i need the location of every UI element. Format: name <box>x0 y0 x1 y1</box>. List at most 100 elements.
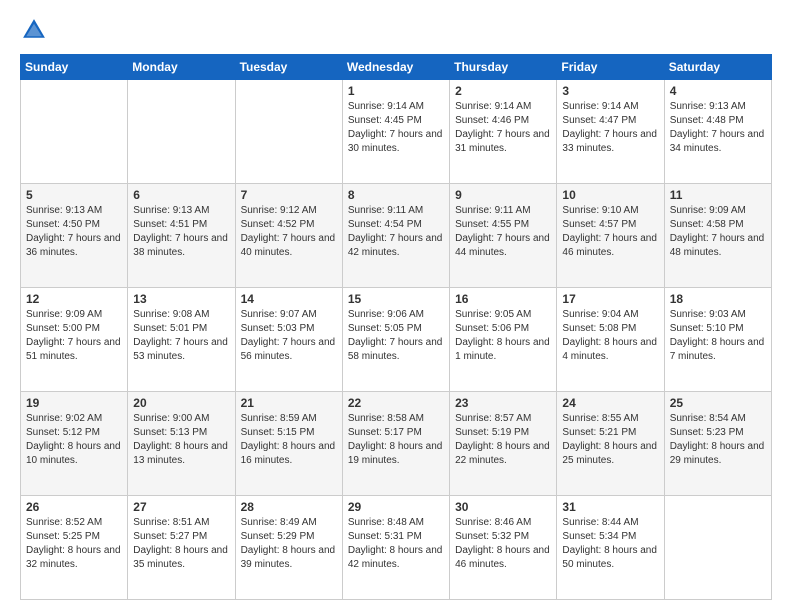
weekday-header: Friday <box>557 55 664 80</box>
calendar-cell: 3Sunrise: 9:14 AM Sunset: 4:47 PM Daylig… <box>557 80 664 184</box>
day-info: Sunrise: 9:02 AM Sunset: 5:12 PM Dayligh… <box>26 412 122 468</box>
day-info: Sunrise: 8:49 AM Sunset: 5:29 PM Dayligh… <box>241 516 337 572</box>
day-number: 13 <box>133 292 229 306</box>
calendar-cell: 25 Sunrise: 8:54 AM Sunset: 5:23 PM Dayli… <box>664 392 771 496</box>
day-number: 8 <box>348 188 444 202</box>
day-info: Sunrise: 9:13 AM Sunset: 4:48 PM Dayligh… <box>670 100 766 156</box>
day-number: 1 <box>348 84 444 98</box>
calendar-cell: 15Sunrise: 9:06 AM Sunset: 5:05 PM Dayli… <box>342 288 449 392</box>
day-number: 12 <box>26 292 122 306</box>
day-info: Sunrise: 9:07 AM Sunset: 5:03 PM Dayligh… <box>241 308 337 364</box>
day-info: Sunrise: 9:05 AM Sunset: 5:06 PM Dayligh… <box>455 308 551 364</box>
day-number: 19 <box>26 396 122 410</box>
calendar-cell <box>664 496 771 600</box>
day-info: Sunrise: 9:11 AM Sunset: 4:54 PM Dayligh… <box>348 204 444 260</box>
calendar-cell: 11Sunrise: 9:09 AM Sunset: 4:58 PM Dayli… <box>664 184 771 288</box>
day-info: Sunrise: 8:51 AM Sunset: 5:27 PM Dayligh… <box>133 516 229 572</box>
calendar-cell: 9 Sunrise: 9:11 AM Sunset: 4:55 PM Daylig… <box>450 184 557 288</box>
calendar-cell: 30 Sunrise: 8:46 AM Sunset: 5:32 PM Dayli… <box>450 496 557 600</box>
calendar-week: 12 Sunrise: 9:09 AM Sunset: 5:00 PM Dayli… <box>21 288 772 392</box>
day-info: Sunrise: 9:09 AM Sunset: 5:00 PM Dayligh… <box>26 308 122 364</box>
day-number: 21 <box>241 396 337 410</box>
calendar-cell: 28Sunrise: 8:49 AM Sunset: 5:29 PM Dayli… <box>235 496 342 600</box>
day-number: 7 <box>241 188 337 202</box>
header <box>20 16 772 44</box>
day-info: Sunrise: 9:11 AM Sunset: 4:55 PM Dayligh… <box>455 204 551 260</box>
calendar-week: 5 Sunrise: 9:13 AM Sunset: 4:50 PM Daylig… <box>21 184 772 288</box>
weekday-header: Wednesday <box>342 55 449 80</box>
day-number: 4 <box>670 84 766 98</box>
day-info: Sunrise: 8:44 AM Sunset: 5:34 PM Dayligh… <box>562 516 658 572</box>
calendar-cell: 2Sunrise: 9:14 AM Sunset: 4:46 PM Daylig… <box>450 80 557 184</box>
logo <box>20 16 52 44</box>
day-info: Sunrise: 8:48 AM Sunset: 5:31 PM Dayligh… <box>348 516 444 572</box>
weekday-header: Saturday <box>664 55 771 80</box>
day-info: Sunrise: 8:54 AM Sunset: 5:23 PM Dayligh… <box>670 412 766 468</box>
day-number: 9 <box>455 188 551 202</box>
logo-icon <box>20 16 48 44</box>
day-info: Sunrise: 9:13 AM Sunset: 4:50 PM Dayligh… <box>26 204 122 260</box>
day-number: 27 <box>133 500 229 514</box>
day-info: Sunrise: 9:06 AM Sunset: 5:05 PM Dayligh… <box>348 308 444 364</box>
day-info: Sunrise: 9:10 AM Sunset: 4:57 PM Dayligh… <box>562 204 658 260</box>
day-number: 29 <box>348 500 444 514</box>
calendar-cell: 4 Sunrise: 9:13 AM Sunset: 4:48 PM Daylig… <box>664 80 771 184</box>
calendar-cell <box>21 80 128 184</box>
calendar-cell: 8 Sunrise: 9:11 AM Sunset: 4:54 PM Daylig… <box>342 184 449 288</box>
calendar-cell: 14 Sunrise: 9:07 AM Sunset: 5:03 PM Dayli… <box>235 288 342 392</box>
calendar-cell: 1 Sunrise: 9:14 AM Sunset: 4:45 PM Daylig… <box>342 80 449 184</box>
calendar-cell: 19 Sunrise: 9:02 AM Sunset: 5:12 PM Dayli… <box>21 392 128 496</box>
calendar-cell: 21 Sunrise: 8:59 AM Sunset: 5:15 PM Dayli… <box>235 392 342 496</box>
calendar-body: 1 Sunrise: 9:14 AM Sunset: 4:45 PM Daylig… <box>21 80 772 600</box>
day-number: 5 <box>26 188 122 202</box>
day-number: 26 <box>26 500 122 514</box>
calendar-week: 1 Sunrise: 9:14 AM Sunset: 4:45 PM Daylig… <box>21 80 772 184</box>
day-info: Sunrise: 8:52 AM Sunset: 5:25 PM Dayligh… <box>26 516 122 572</box>
calendar-cell: 26 Sunrise: 8:52 AM Sunset: 5:25 PM Dayli… <box>21 496 128 600</box>
calendar-cell: 24Sunrise: 8:55 AM Sunset: 5:21 PM Dayli… <box>557 392 664 496</box>
calendar-cell <box>128 80 235 184</box>
day-info: Sunrise: 9:08 AM Sunset: 5:01 PM Dayligh… <box>133 308 229 364</box>
day-number: 6 <box>133 188 229 202</box>
page: SundayMondayTuesdayWednesdayThursdayFrid… <box>0 0 792 612</box>
day-info: Sunrise: 8:59 AM Sunset: 5:15 PM Dayligh… <box>241 412 337 468</box>
calendar-week: 19 Sunrise: 9:02 AM Sunset: 5:12 PM Dayli… <box>21 392 772 496</box>
day-info: Sunrise: 9:04 AM Sunset: 5:08 PM Dayligh… <box>562 308 658 364</box>
day-number: 31 <box>562 500 658 514</box>
day-info: Sunrise: 9:14 AM Sunset: 4:46 PM Dayligh… <box>455 100 551 156</box>
day-number: 18 <box>670 292 766 306</box>
weekday-header: Tuesday <box>235 55 342 80</box>
day-info: Sunrise: 9:03 AM Sunset: 5:10 PM Dayligh… <box>670 308 766 364</box>
day-number: 17 <box>562 292 658 306</box>
day-info: Sunrise: 9:14 AM Sunset: 4:45 PM Dayligh… <box>348 100 444 156</box>
day-number: 3 <box>562 84 658 98</box>
day-number: 14 <box>241 292 337 306</box>
calendar-cell: 20Sunrise: 9:00 AM Sunset: 5:13 PM Dayli… <box>128 392 235 496</box>
day-info: Sunrise: 9:12 AM Sunset: 4:52 PM Dayligh… <box>241 204 337 260</box>
day-info: Sunrise: 9:13 AM Sunset: 4:51 PM Dayligh… <box>133 204 229 260</box>
calendar-cell: 23Sunrise: 8:57 AM Sunset: 5:19 PM Dayli… <box>450 392 557 496</box>
calendar-cell: 6 Sunrise: 9:13 AM Sunset: 4:51 PM Daylig… <box>128 184 235 288</box>
calendar-header: SundayMondayTuesdayWednesdayThursdayFrid… <box>21 55 772 80</box>
day-info: Sunrise: 8:55 AM Sunset: 5:21 PM Dayligh… <box>562 412 658 468</box>
calendar-cell: 13 Sunrise: 9:08 AM Sunset: 5:01 PM Dayli… <box>128 288 235 392</box>
calendar-cell: 17 Sunrise: 9:04 AM Sunset: 5:08 PM Dayli… <box>557 288 664 392</box>
weekday-header: Sunday <box>21 55 128 80</box>
day-info: Sunrise: 8:57 AM Sunset: 5:19 PM Dayligh… <box>455 412 551 468</box>
day-info: Sunrise: 8:46 AM Sunset: 5:32 PM Dayligh… <box>455 516 551 572</box>
day-number: 25 <box>670 396 766 410</box>
calendar-cell: 22Sunrise: 8:58 AM Sunset: 5:17 PM Dayli… <box>342 392 449 496</box>
weekday-row: SundayMondayTuesdayWednesdayThursdayFrid… <box>21 55 772 80</box>
calendar-cell <box>235 80 342 184</box>
day-info: Sunrise: 9:09 AM Sunset: 4:58 PM Dayligh… <box>670 204 766 260</box>
day-number: 16 <box>455 292 551 306</box>
weekday-header: Thursday <box>450 55 557 80</box>
day-number: 30 <box>455 500 551 514</box>
calendar-cell: 18 Sunrise: 9:03 AM Sunset: 5:10 PM Dayli… <box>664 288 771 392</box>
calendar-cell: 27 Sunrise: 8:51 AM Sunset: 5:27 PM Dayli… <box>128 496 235 600</box>
calendar-cell: 12 Sunrise: 9:09 AM Sunset: 5:00 PM Dayli… <box>21 288 128 392</box>
calendar-cell: 16 Sunrise: 9:05 AM Sunset: 5:06 PM Dayli… <box>450 288 557 392</box>
day-number: 22 <box>348 396 444 410</box>
calendar-cell: 7 Sunrise: 9:12 AM Sunset: 4:52 PM Daylig… <box>235 184 342 288</box>
weekday-header: Monday <box>128 55 235 80</box>
